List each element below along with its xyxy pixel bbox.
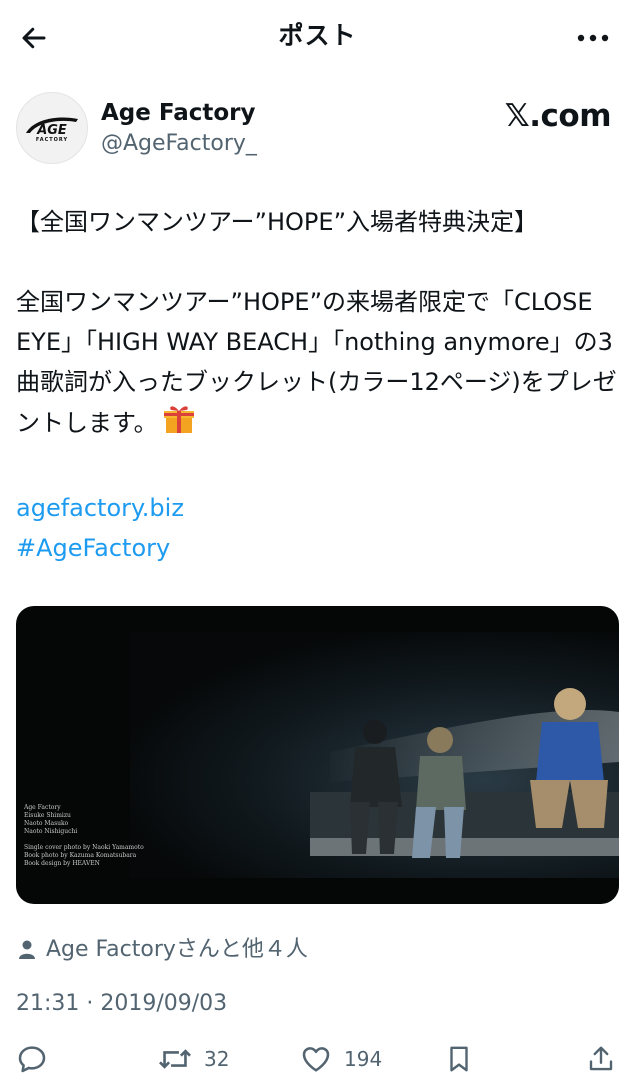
- top-bar: ポスト: [0, 0, 635, 72]
- author-handle: @AgeFactory_: [101, 131, 257, 156]
- person-icon: [19, 940, 35, 959]
- credit-line: Age Factory: [24, 804, 61, 811]
- tweet-timestamp[interactable]: 21:31 · 2019/09/03: [16, 988, 227, 1020]
- tweet-text: 【全国ワンマンツアー”HOPE”入場者特典決定】 全国ワンマンツアー”HOPE”…: [16, 202, 621, 568]
- like-button[interactable]: 194: [300, 1042, 382, 1076]
- hashtag-link[interactable]: #AgeFactory: [16, 528, 621, 568]
- bookmark-button[interactable]: [444, 1042, 474, 1076]
- tweet-headline: 【全国ワンマンツアー”HOPE”入場者特典決定】: [16, 208, 538, 236]
- more-dots-icon: [577, 34, 609, 42]
- like-count: 194: [344, 1047, 383, 1071]
- retweet-count: 32: [204, 1047, 230, 1071]
- credit-line: Eisuke Shimizu: [24, 812, 71, 819]
- credit-line: Single cover photo by Naoki Yamamoto: [24, 844, 144, 851]
- author-name[interactable]: Age Factory: [101, 98, 256, 128]
- credit-line: [24, 836, 144, 844]
- website-link[interactable]: agefactory.biz: [16, 488, 621, 528]
- tweet-media-image[interactable]: Age Factory Eisuke Shimizu Naoto Masuko …: [16, 606, 619, 904]
- tweet-body: 全国ワンマンツアー”HOPE”の来場者限定で「CLOSE EYE」「HIGH W…: [16, 282, 621, 448]
- avatar[interactable]: AGE FACTORY: [16, 92, 88, 164]
- liked-by-text: Age Factoryさんと他４人: [46, 937, 308, 962]
- photo-credits: Age Factory Eisuke Shimizu Naoto Masuko …: [24, 804, 144, 868]
- bookmark-icon: [450, 1046, 468, 1072]
- liked-by-row[interactable]: Age Factoryさんと他４人: [16, 934, 308, 966]
- age-factory-logo-icon: AGE FACTORY: [26, 117, 78, 143]
- page-title: ポスト: [278, 21, 357, 50]
- retweet-button[interactable]: 32: [158, 1042, 229, 1076]
- gift-icon: [162, 402, 196, 448]
- credit-line: Naoto Masuko: [24, 820, 69, 827]
- more-options-button[interactable]: [573, 18, 613, 58]
- reply-button[interactable]: [16, 1042, 48, 1076]
- action-bar: 32 194: [0, 1036, 635, 1080]
- svg-text:FACTORY: FACTORY: [36, 137, 68, 143]
- band-photo: [130, 632, 619, 878]
- site-logo: 𝕏.com: [504, 98, 612, 134]
- credit-line: Book photo by Kazuma Komatsubara: [24, 852, 137, 859]
- retweet-icon: [159, 1049, 191, 1069]
- author-row: AGE FACTORY Age Factory @AgeFactory_ 𝕏.c…: [14, 92, 621, 172]
- share-button[interactable]: [586, 1042, 616, 1076]
- heart-icon: [302, 1047, 330, 1072]
- tweet-body-text: 全国ワンマンツアー”HOPE”の来場者限定で「CLOSE EYE」「HIGH W…: [16, 288, 617, 437]
- credit-line: Naoto Nishiguchi: [24, 828, 78, 835]
- share-icon: [589, 1046, 613, 1071]
- svg-text:AGE: AGE: [36, 123, 67, 138]
- credit-line: Book design by HEAVEN: [24, 860, 100, 867]
- reply-icon: [18, 1046, 46, 1073]
